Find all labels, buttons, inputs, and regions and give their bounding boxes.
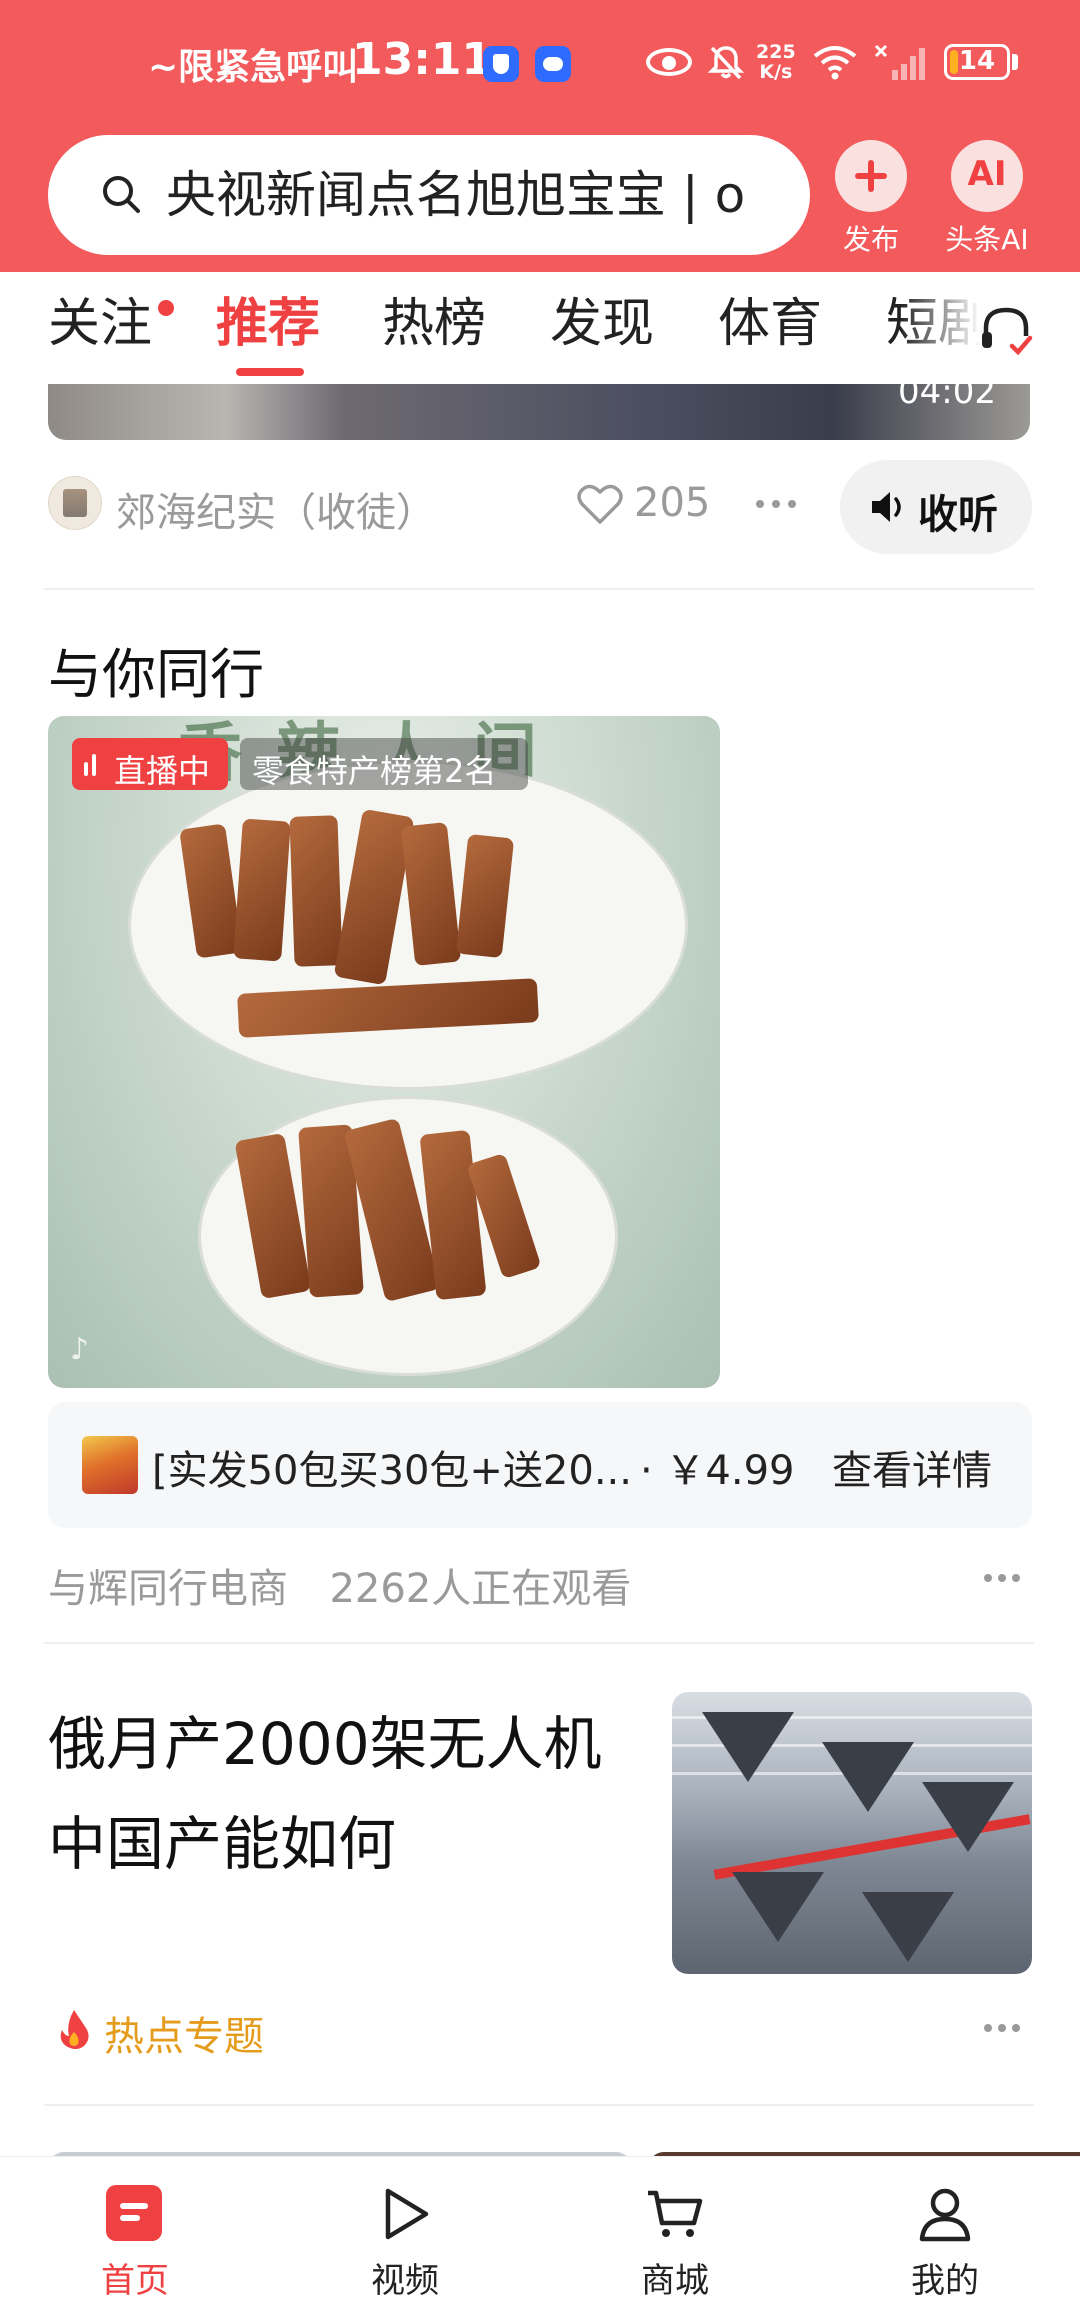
toutiao-ai-label: 头条AI <box>945 223 1029 256</box>
search-bar[interactable]: 央视新闻点名旭旭宝宝 | o <box>48 135 810 255</box>
bell-muted-icon <box>707 46 745 80</box>
product-title: [实发50包买30包+送20... <box>152 1448 632 1494</box>
home-icon <box>106 2185 162 2241</box>
fire-icon <box>60 2010 89 2049</box>
ai-icon: AI <box>951 140 1023 212</box>
nav-me[interactable]: 我的 <box>810 2157 1080 2310</box>
shield-app-icon <box>483 46 519 82</box>
nav-me-label: 我的 <box>911 2261 979 2301</box>
publish-label: 发布 <box>842 223 899 256</box>
divider <box>44 588 1034 590</box>
article-title[interactable]: 俄月产2000架无人机 中国产能如何 <box>48 1694 628 1894</box>
more-options-icon[interactable] <box>984 2024 1028 2036</box>
live-meta-row: 与辉同行电商 2262人正在观看 <box>48 1556 631 1614</box>
product-bar[interactable]: [实发50包买30包+送20... · ￥4.99 查看详情 <box>48 1402 1032 1528</box>
avatar[interactable] <box>48 476 102 530</box>
tab-sports[interactable]: 体育 <box>718 292 822 356</box>
battery-icon: 14 <box>944 44 1010 80</box>
listen-button[interactable]: 收听 <box>840 460 1032 554</box>
live-bars-icon <box>84 752 104 776</box>
tofu-strip <box>289 815 343 967</box>
nav-home-label: 首页 <box>101 2261 169 2301</box>
search-icon <box>103 176 140 213</box>
tab-hot-list[interactable]: 热榜 <box>382 292 486 356</box>
divider <box>44 1642 1034 1644</box>
channel-tabs: 关注 推荐 热榜 发现 体育 短剧 <box>0 272 1080 384</box>
eye-icon <box>646 48 692 76</box>
streamer-name[interactable]: 与辉同行电商 <box>48 1566 288 1612</box>
cart-icon <box>648 2190 703 2237</box>
status-bar: ~限紧急呼叫 13:11 225 K/s 14 <box>0 0 1080 130</box>
speaker-icon <box>872 492 901 522</box>
divider <box>44 2104 1034 2106</box>
headset-icon[interactable] <box>976 300 1036 360</box>
plus-icon <box>835 140 907 212</box>
tab-recommend[interactable]: 推荐 <box>216 292 320 356</box>
bottom-nav: 首页 视频 商城 我的 <box>0 2156 1080 2310</box>
nav-mall-label: 商城 <box>641 2261 709 2301</box>
product-price: · ￥4.99 <box>640 1448 795 1494</box>
listen-label: 收听 <box>918 492 998 538</box>
article-thumbnail[interactable] <box>672 1692 1032 1974</box>
tab-discover[interactable]: 发现 <box>550 292 654 356</box>
search-query-text: 央视新闻点名旭旭宝宝 | o <box>166 166 746 224</box>
battery-level: 14 <box>958 46 996 76</box>
view-details-link[interactable]: 查看详情 <box>832 1438 992 1496</box>
rank-badge-label: 零食特产榜第2名 <box>252 752 497 790</box>
rank-badge: 零食特产榜第2名 <box>240 738 528 790</box>
wifi-icon <box>813 46 857 80</box>
video-duration: 04:02 <box>898 372 996 412</box>
ai-icon-text: AI <box>967 154 1007 194</box>
battery-tip <box>1012 54 1018 70</box>
tab-follow[interactable]: 关注 <box>48 292 152 356</box>
product-thumbnail <box>82 1436 138 1494</box>
douyin-logo-icon: ♪ <box>70 1332 90 1367</box>
heart-icon[interactable] <box>576 482 624 526</box>
live-stream-thumbnail[interactable]: 香 辣 人 间 <box>48 716 720 1388</box>
net-speed: 225 K/s <box>756 42 796 82</box>
active-tab-indicator <box>236 368 304 376</box>
like-count: 205 <box>634 480 711 526</box>
tofu-strip <box>233 818 291 962</box>
nav-mall[interactable]: 商城 <box>540 2157 810 2310</box>
previous-card-footer: 郊海纪实（收徒） 205 收听 <box>48 460 1032 556</box>
nav-video[interactable]: 视频 <box>270 2157 540 2310</box>
section-title: 与你同行 <box>48 643 264 706</box>
nav-video-label: 视频 <box>371 2261 439 2301</box>
user-icon <box>919 2188 971 2242</box>
app-screen: ~限紧急呼叫 13:11 225 K/s 14 央视新闻点名旭旭宝宝 | o 发… <box>0 0 1080 2310</box>
live-badge-label: 直播中 <box>114 752 211 790</box>
more-options-icon[interactable] <box>756 500 800 512</box>
status-alert-text: ~限紧急呼叫 <box>148 47 359 88</box>
status-time: 13:11 <box>352 34 493 85</box>
cloud-app-icon <box>535 46 571 82</box>
nav-home[interactable]: 首页 <box>0 2157 270 2310</box>
source-name[interactable]: 郊海纪实（收徒） <box>116 480 436 538</box>
unread-dot <box>158 300 174 316</box>
net-speed-value: 225 <box>756 41 796 63</box>
signal-icon <box>874 44 925 80</box>
toutiao-ai-button[interactable]: AI 头条AI <box>932 140 1042 260</box>
more-options-icon[interactable] <box>984 1574 1028 1586</box>
publish-button[interactable]: 发布 <box>816 140 926 260</box>
article-title-line: 中国产能如何 <box>48 1810 397 1878</box>
previous-video-thumbnail[interactable] <box>48 384 1030 440</box>
article-title-line: 俄月产2000架无人机 <box>48 1710 602 1778</box>
live-badge: 直播中 <box>72 738 228 790</box>
play-icon <box>385 2188 429 2240</box>
viewer-count: 2262人正在观看 <box>329 1566 632 1612</box>
net-speed-unit: K/s <box>759 61 793 83</box>
hot-topic-label: 热点专题 <box>104 2014 264 2060</box>
top-header: ~限紧急呼叫 13:11 225 K/s 14 央视新闻点名旭旭宝宝 | o 发… <box>0 0 1080 272</box>
